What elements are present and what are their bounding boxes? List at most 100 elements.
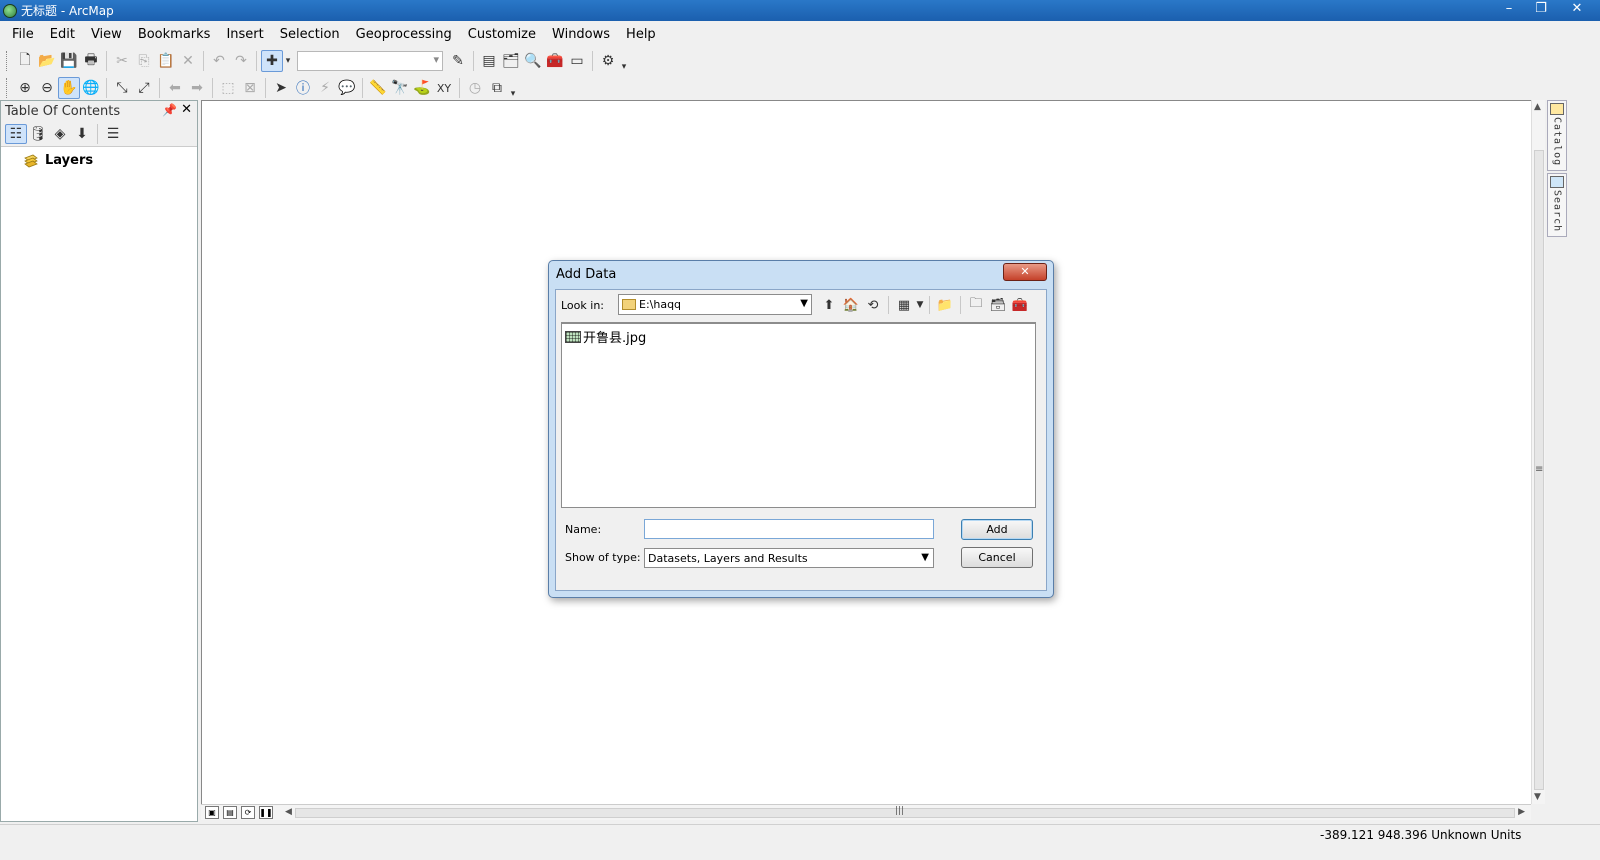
menu-geoprocessing[interactable]: Geoprocessing bbox=[348, 27, 460, 42]
toolbar-separator bbox=[960, 296, 961, 314]
cancel-button[interactable]: Cancel bbox=[961, 547, 1033, 568]
fixed-zoom-out-icon[interactable]: ⤢ bbox=[133, 77, 155, 99]
menu-windows[interactable]: Windows bbox=[544, 27, 618, 42]
name-field[interactable] bbox=[644, 519, 934, 539]
delete-icon[interactable]: ✕ bbox=[177, 50, 199, 72]
arctoolbox-icon[interactable]: 🧰 bbox=[1009, 295, 1031, 315]
save-icon[interactable]: 💾 bbox=[58, 50, 80, 72]
scroll-left-icon[interactable]: ◀ bbox=[285, 807, 292, 817]
create-viewer-window-icon[interactable]: ⧉ bbox=[486, 77, 508, 99]
file-list[interactable]: 开鲁县.jpg bbox=[561, 322, 1036, 508]
pin-icon[interactable]: 📌 bbox=[162, 103, 177, 117]
hyperlink-icon[interactable]: ⚡ bbox=[314, 77, 336, 99]
map-horizontal-scrollbar[interactable]: ◀ ||| ▶ bbox=[285, 806, 1525, 820]
catalog-window-icon[interactable]: 🗂 bbox=[500, 50, 522, 72]
look-in-combo[interactable]: E:\haqq ▼ bbox=[618, 294, 812, 315]
list-by-visibility-icon[interactable]: ◈ bbox=[49, 124, 71, 144]
paste-icon[interactable]: 📋 bbox=[155, 50, 177, 72]
toolbar-grip[interactable] bbox=[6, 51, 10, 71]
view-options-icon[interactable]: ▦ bbox=[893, 295, 915, 315]
clear-selection-icon[interactable]: ⊠ bbox=[239, 77, 261, 99]
layout-view-button[interactable]: ▤ bbox=[223, 806, 237, 819]
select-features-icon[interactable]: ⬚ bbox=[217, 77, 239, 99]
home-folder-icon[interactable]: 🏠 bbox=[840, 295, 862, 315]
search-window-icon[interactable]: 🔍 bbox=[522, 50, 544, 72]
refresh-view-button[interactable]: ⟳ bbox=[241, 806, 255, 819]
menu-insert[interactable]: Insert bbox=[218, 27, 271, 42]
toolbar-overflow-icon[interactable]: ▾ bbox=[619, 50, 629, 72]
maximize-button[interactable]: ❐ bbox=[1525, 0, 1557, 19]
scroll-up-icon[interactable]: ▲ bbox=[1534, 102, 1541, 112]
select-elements-icon[interactable]: ➤ bbox=[270, 77, 292, 99]
list-by-source-icon[interactable]: 🛢 bbox=[27, 124, 49, 144]
print-icon[interactable]: 🖶 bbox=[80, 50, 102, 72]
find-route-icon[interactable]: ⛳ bbox=[411, 77, 433, 99]
list-item[interactable]: 开鲁县.jpg bbox=[565, 327, 646, 346]
html-popup-icon[interactable]: 💬 bbox=[336, 77, 358, 99]
menu-file[interactable]: File bbox=[0, 27, 42, 42]
dialog-close-button[interactable]: ✕ bbox=[1003, 263, 1047, 281]
undo-icon[interactable]: ↶ bbox=[208, 50, 230, 72]
go-back-icon[interactable]: ⬅ bbox=[164, 77, 186, 99]
zoom-out-icon[interactable]: ⊖ bbox=[36, 77, 58, 99]
minimize-button[interactable]: – bbox=[1493, 0, 1525, 19]
time-slider-icon[interactable]: ◷ bbox=[464, 77, 486, 99]
menu-customize[interactable]: Customize bbox=[460, 27, 544, 42]
toolbar-separator bbox=[106, 78, 107, 98]
toolbar-overflow-icon[interactable]: ▾ bbox=[508, 77, 518, 99]
cut-icon[interactable]: ✂ bbox=[111, 50, 133, 72]
menu-bookmarks[interactable]: Bookmarks bbox=[130, 27, 219, 42]
search-tab[interactable]: Search bbox=[1547, 173, 1567, 238]
python-window-icon[interactable]: ▭ bbox=[566, 50, 588, 72]
layers-data-frame[interactable]: Layers bbox=[45, 153, 93, 168]
find-icon[interactable]: 🔭 bbox=[389, 77, 411, 99]
list-by-selection-icon[interactable]: ⬇ bbox=[71, 124, 93, 144]
table-of-contents-icon[interactable]: ▤ bbox=[478, 50, 500, 72]
show-type-select[interactable]: Datasets, Layers and Results ▼ bbox=[644, 548, 934, 568]
zoom-in-icon[interactable]: ⊕ bbox=[14, 77, 36, 99]
measure-icon[interactable]: 📏 bbox=[367, 77, 389, 99]
up-one-level-icon[interactable]: ⬆ bbox=[818, 295, 840, 315]
arctoolbox-icon[interactable]: 🧰 bbox=[544, 50, 566, 72]
new-document-icon[interactable]: 🗋 bbox=[14, 50, 36, 72]
menu-view[interactable]: View bbox=[83, 27, 130, 42]
chevron-down-icon[interactable]: ▼ bbox=[800, 298, 808, 309]
full-extent-icon[interactable]: 🌐 bbox=[80, 77, 102, 99]
menu-selection[interactable]: Selection bbox=[272, 27, 348, 42]
fixed-zoom-in-icon[interactable]: ⤡ bbox=[111, 77, 133, 99]
view-options-dropdown-icon[interactable]: ▼ bbox=[915, 295, 925, 315]
catalog-tab[interactable]: Catalog bbox=[1547, 100, 1567, 172]
close-icon[interactable]: ✕ bbox=[181, 102, 192, 117]
new-geodatabase-icon[interactable]: 🗃 bbox=[987, 295, 1009, 315]
add-data-dropdown-icon[interactable]: ▾ bbox=[283, 50, 293, 72]
menu-edit[interactable]: Edit bbox=[42, 27, 83, 42]
scroll-right-icon[interactable]: ▶ bbox=[1518, 807, 1525, 817]
add-data-icon[interactable]: ✚ bbox=[261, 50, 283, 72]
modelbuilder-icon[interactable]: ⚙ bbox=[597, 50, 619, 72]
identify-icon[interactable]: ⓘ bbox=[292, 77, 314, 99]
new-folder-icon[interactable]: 🗀 bbox=[965, 295, 987, 315]
map-scale-combo[interactable] bbox=[297, 51, 443, 71]
open-folder-icon[interactable]: 📂 bbox=[36, 50, 58, 72]
menu-help[interactable]: Help bbox=[618, 27, 664, 42]
copy-icon[interactable]: ⎘ bbox=[133, 50, 155, 72]
dialog-body: Look in: E:\haqq ▼ ⬆ 🏠 ⟲ ▦ ▼ 📁 🗀 🗃 🧰 开鲁县… bbox=[555, 289, 1047, 591]
scroll-thumb[interactable] bbox=[295, 808, 1515, 818]
go-to-xy-icon[interactable]: XY bbox=[433, 77, 455, 99]
pan-hand-icon[interactable]: ✋ bbox=[58, 77, 80, 99]
toolbar-grip[interactable] bbox=[6, 78, 10, 98]
pause-drawing-button[interactable]: ❚❚ bbox=[259, 806, 273, 819]
close-window-button[interactable]: ✕ bbox=[1557, 0, 1597, 19]
scroll-down-icon[interactable]: ▼ bbox=[1534, 792, 1541, 802]
editor-toolbar-icon[interactable]: ✎ bbox=[447, 50, 469, 72]
go-to-default-icon[interactable]: ⟲ bbox=[862, 295, 884, 315]
go-forward-icon[interactable]: ➡ bbox=[186, 77, 208, 99]
add-button[interactable]: Add bbox=[961, 519, 1033, 540]
map-vertical-scrollbar[interactable]: ▲ ≡ ▼ bbox=[1531, 100, 1545, 804]
redo-icon[interactable]: ↷ bbox=[230, 50, 252, 72]
connect-to-folder-icon[interactable]: 📁 bbox=[934, 295, 956, 315]
data-view-button[interactable]: ▣ bbox=[205, 806, 219, 819]
chevron-down-icon[interactable]: ▼ bbox=[921, 552, 929, 563]
list-by-drawing-order-icon[interactable]: ☷ bbox=[5, 123, 27, 144]
toc-options-icon[interactable]: ☰ bbox=[102, 124, 124, 144]
